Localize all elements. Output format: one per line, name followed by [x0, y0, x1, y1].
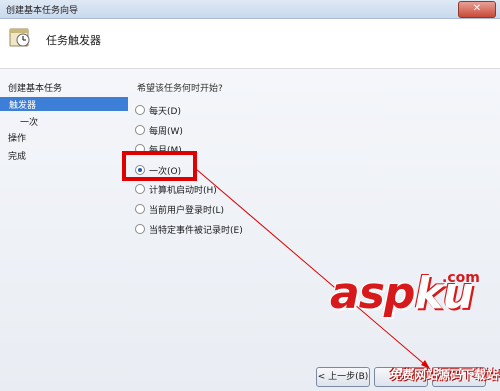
watermark: aspku .com 免费网站源码下载站!	[330, 266, 500, 391]
title-bar: 创建基本任务向导 ✕	[0, 0, 500, 19]
wizard-header: 任务触发器	[0, 19, 500, 69]
close-button[interactable]: ✕	[458, 1, 496, 18]
watermark-subtitle: 免费网站源码下载站!	[390, 368, 500, 382]
watermark-tld: .com	[442, 270, 480, 286]
watermark-logo-a: asp	[330, 268, 415, 319]
page-title: 任务触发器	[46, 34, 101, 47]
scheduled-task-icon	[9, 28, 30, 47]
window-title: 创建基本任务向导	[6, 6, 79, 16]
close-icon: ✕	[472, 3, 482, 14]
